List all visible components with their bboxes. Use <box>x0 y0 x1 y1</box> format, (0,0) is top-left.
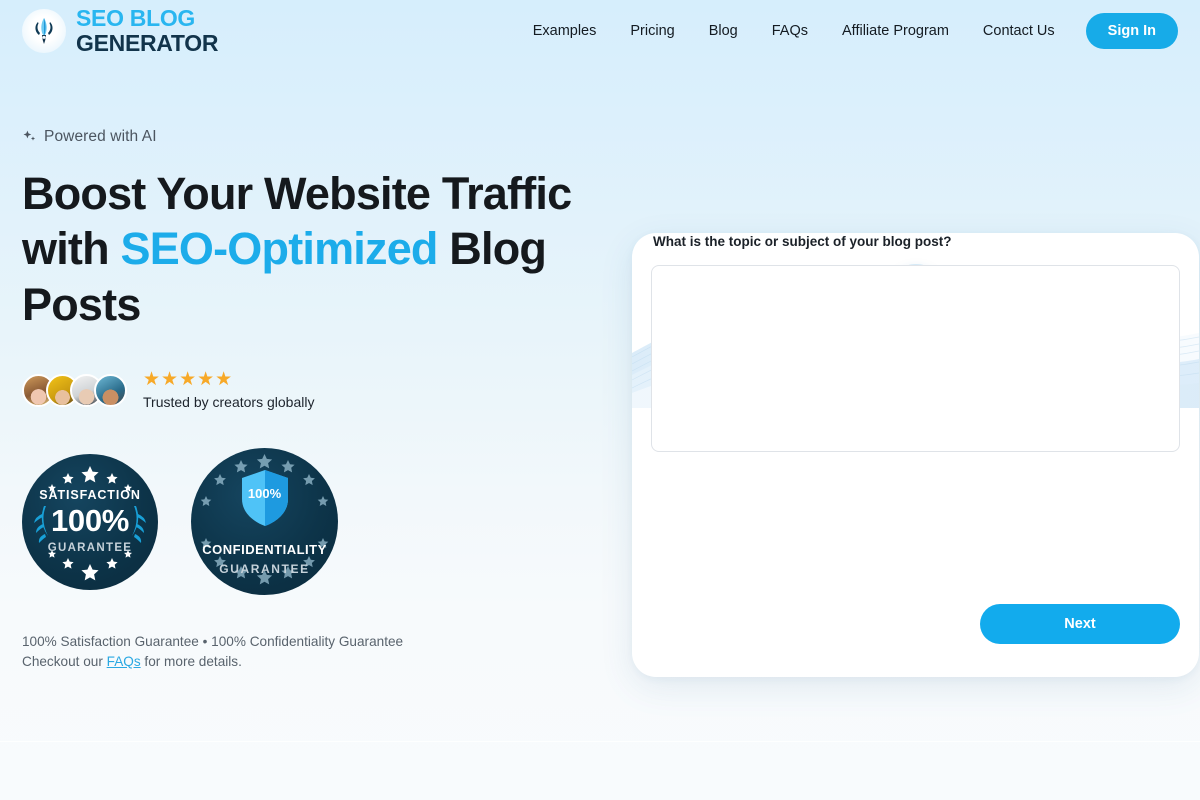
guarantee-note-prefix: Checkout our <box>22 653 107 669</box>
guarantee-note-line-2: Checkout our FAQs for more details. <box>22 652 602 672</box>
topic-question-label: What is the topic or subject of your blo… <box>653 234 952 249</box>
nav-item-contact-us[interactable]: Contact Us <box>966 15 1072 47</box>
sparkle-icon <box>23 130 36 141</box>
quill-pen-icon <box>22 9 66 53</box>
main-content: Powered with AI Boost Your Website Traff… <box>0 62 1200 677</box>
main-navigation: Examples Pricing Blog FAQs Affiliate Pro… <box>516 12 1178 50</box>
brand-logo[interactable]: SEO BLOG GENERATOR <box>22 7 218 55</box>
confidentiality-badge-subtitle: GUARANTEE <box>219 562 310 577</box>
shield-percent-label: 100% <box>247 486 282 502</box>
star-rating-icons: ★★★★★ <box>143 369 234 391</box>
sign-in-button[interactable]: Sign In <box>1085 12 1178 50</box>
next-button[interactable]: Next <box>980 604 1180 644</box>
guarantee-note-line-1: 100% Satisfaction Guarantee • 100% Confi… <box>22 634 404 650</box>
trusted-by-label: Trusted by creators globally <box>143 394 315 411</box>
blog-topic-form-card: What is the topic or subject of your blo… <box>632 233 1199 677</box>
page-title: Boost Your Website Traffic with SEO-Opti… <box>22 166 582 332</box>
shield-icon: 100% <box>238 468 292 533</box>
guarantee-note-suffix: for more details. <box>140 653 242 669</box>
topic-input[interactable] <box>651 265 1180 452</box>
satisfaction-badge-title: SATISFACTION <box>39 487 141 502</box>
powered-with-ai-label: Powered with AI <box>44 128 157 145</box>
bottom-divider <box>0 741 1200 742</box>
rating-block: ★★★★★ Trusted by creators globally <box>143 370 314 410</box>
brand-text: SEO BLOG GENERATOR <box>76 7 218 55</box>
brand-line-1: SEO BLOG <box>76 5 196 31</box>
guarantee-note: 100% Satisfaction Guarantee • 100% Confi… <box>22 632 602 671</box>
nav-item-blog[interactable]: Blog <box>692 15 755 47</box>
brand-line-2: GENERATOR <box>76 30 219 56</box>
powered-with-ai-badge: Powered with AI <box>22 128 602 146</box>
social-proof: ★★★★★ Trusted by creators globally <box>22 370 602 410</box>
nav-item-examples[interactable]: Examples <box>516 15 614 47</box>
satisfaction-badge-subtitle: GUARANTEE <box>47 541 133 554</box>
nav-item-faqs[interactable]: FAQs <box>755 15 825 47</box>
confidentiality-badge-title: CONFIDENTIALITY <box>202 542 327 558</box>
faqs-link[interactable]: FAQs <box>107 654 141 669</box>
nav-item-pricing[interactable]: Pricing <box>613 15 691 47</box>
confidentiality-guarantee-badge: 100% CONFIDENTIALITY GUARANTEE <box>191 448 338 596</box>
headline-accent: SEO-Optimized <box>120 223 438 275</box>
avatar-group <box>22 373 127 407</box>
form-column: What is the topic or subject of your blo… <box>632 62 1199 677</box>
satisfaction-badge-percent: 100% <box>50 503 130 539</box>
guarantee-badges: SATISFACTION 100% GUARANTEE 100% CONFIDE… <box>22 448 602 596</box>
avatar <box>94 373 127 407</box>
nav-item-affiliate-program[interactable]: Affiliate Program <box>825 15 966 47</box>
site-header: SEO BLOG GENERATOR Examples Pricing Blog… <box>0 0 1200 62</box>
hero-column: Powered with AI Boost Your Website Traff… <box>22 62 602 677</box>
satisfaction-guarantee-badge: SATISFACTION 100% GUARANTEE <box>22 453 158 590</box>
